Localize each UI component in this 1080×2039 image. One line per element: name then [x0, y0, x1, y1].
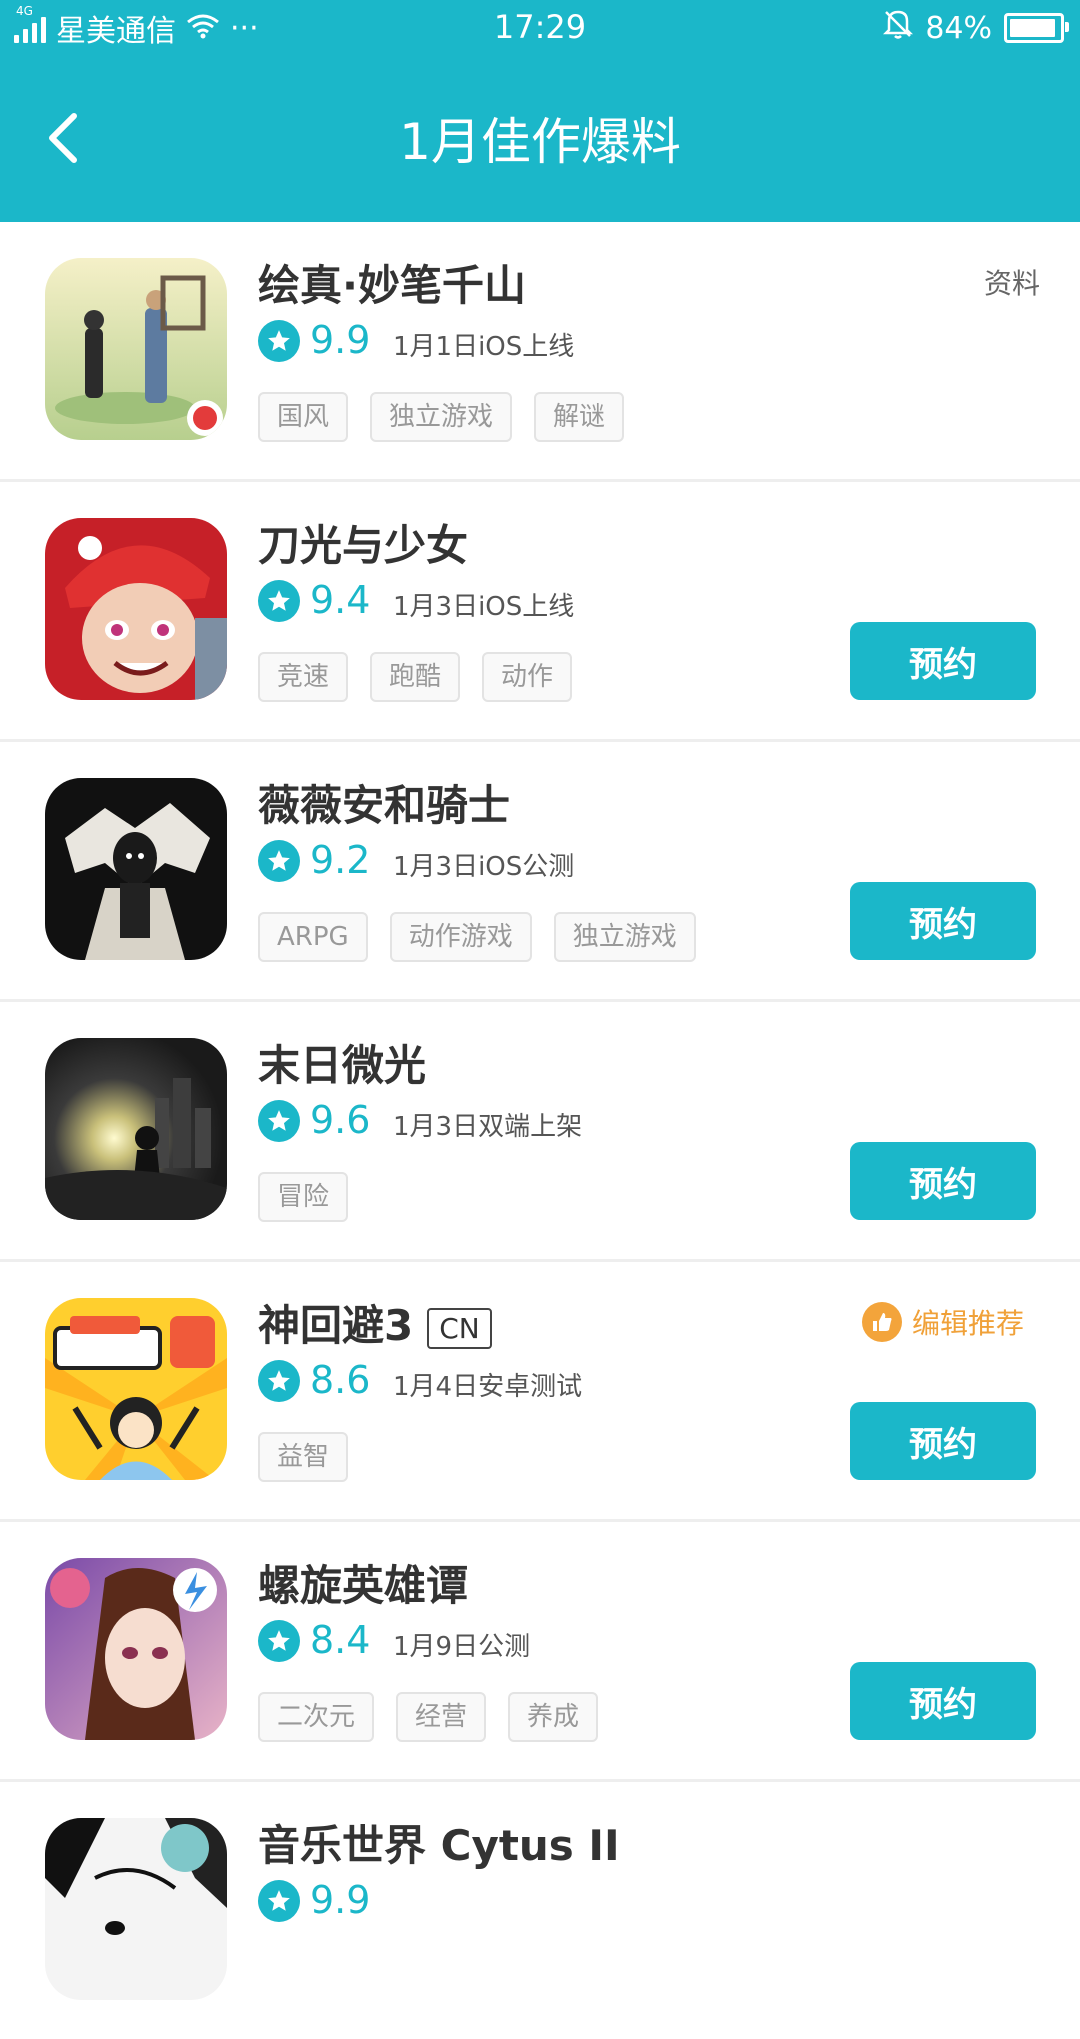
game-icon-huizhen[interactable]: [45, 258, 227, 440]
game-icon-daoguang[interactable]: [45, 518, 227, 700]
battery-icon: [1004, 13, 1069, 43]
info-link[interactable]: 资料: [984, 262, 1040, 302]
tag[interactable]: 国风: [258, 392, 349, 442]
tag[interactable]: 冒险: [258, 1172, 349, 1222]
star-icon: [258, 1620, 300, 1662]
thumbs-up-icon: [861, 1302, 902, 1342]
game-name[interactable]: 螺旋英雄谭: [258, 1552, 468, 1613]
release-date: 1月3日iOS上线: [393, 592, 575, 622]
battery-percent: 84%: [925, 10, 992, 46]
tag[interactable]: ARPG: [258, 912, 368, 962]
reserve-button[interactable]: 预约: [850, 1142, 1036, 1220]
reserve-button[interactable]: 预约: [850, 1662, 1036, 1740]
list-item[interactable]: 神回避3 CN 8.6 1月4日安卓测试 益智 编辑推荐 预约: [0, 1262, 1080, 1522]
game-name[interactable]: 薇薇安和骑士: [258, 772, 510, 833]
status-bar: 4G 星美通信 ··· 17:29 84%: [0, 0, 1080, 56]
reserve-button[interactable]: 预约: [850, 882, 1036, 960]
release-date: 1月4日安卓测试: [393, 1372, 583, 1402]
tag[interactable]: 动作游戏: [389, 912, 532, 962]
release-date: 1月3日iOS公测: [393, 852, 575, 882]
game-score: 9.9: [310, 1878, 371, 1922]
game-name-text: 神回避3: [258, 1301, 414, 1350]
tag[interactable]: 动作: [482, 652, 573, 702]
star-icon: [258, 320, 300, 362]
list-item[interactable]: 薇薇安和骑士 9.2 1月3日iOS公测 ARPG 动作游戏 独立游戏 预约: [0, 742, 1080, 1002]
tag[interactable]: 益智: [258, 1432, 349, 1482]
release-date: 1月1日iOS上线: [393, 332, 575, 362]
game-score: 9.4: [310, 578, 371, 622]
tag[interactable]: 竞速: [258, 652, 349, 702]
game-score: 9.2: [310, 838, 371, 882]
region-badge: CN: [427, 1308, 492, 1349]
list-item[interactable]: 绘真·妙笔千山 9.9 1月1日iOS上线 国风 独立游戏 解谜 资料: [0, 222, 1080, 482]
game-name[interactable]: 音乐世界 Cytus II: [258, 1812, 620, 1873]
page-title: 1月佳作爆料: [399, 113, 681, 171]
reserve-button[interactable]: 预约: [850, 622, 1036, 700]
game-name[interactable]: 神回避3 CN: [258, 1292, 492, 1353]
star-icon: [258, 1360, 300, 1402]
game-score: 8.6: [310, 1358, 371, 1402]
game-icon-vivian[interactable]: [45, 778, 227, 960]
tag[interactable]: 独立游戏: [553, 912, 696, 962]
star-icon: [258, 1880, 300, 1922]
game-score: 9.6: [310, 1098, 371, 1142]
tag[interactable]: 养成: [508, 1692, 599, 1742]
tag[interactable]: 解谜: [534, 392, 625, 442]
list-item[interactable]: 螺旋英雄谭 8.4 1月9日公测 二次元 经营 养成 预约: [0, 1522, 1080, 1782]
bell-muted-icon: [883, 8, 914, 48]
release-date: 1月9日公测: [393, 1632, 531, 1662]
tag[interactable]: 独立游戏: [370, 392, 513, 442]
game-list: 绘真·妙笔千山 9.9 1月1日iOS上线 国风 独立游戏 解谜 资料 刀光与少…: [0, 222, 1080, 2039]
game-icon-cytus[interactable]: [45, 1818, 227, 2000]
game-name[interactable]: 绘真·妙笔千山: [258, 252, 526, 313]
tag[interactable]: 跑酷: [370, 652, 461, 702]
game-score: 9.9: [310, 318, 371, 362]
recommend-label: 编辑推荐: [911, 1307, 1024, 1340]
app-header: 4G 星美通信 ··· 17:29 84% 1月佳作爆料: [0, 0, 1080, 222]
game-name[interactable]: 末日微光: [258, 1032, 426, 1093]
game-name[interactable]: 刀光与少女: [258, 512, 468, 573]
star-icon: [258, 580, 300, 622]
tag[interactable]: 经营: [396, 1692, 487, 1742]
star-icon: [258, 1100, 300, 1142]
star-icon: [258, 840, 300, 882]
list-item[interactable]: 末日微光 9.6 1月3日双端上架 冒险 预约: [0, 1002, 1080, 1262]
game-score: 8.4: [310, 1618, 371, 1662]
editor-recommend: 编辑推荐: [861, 1302, 1024, 1342]
game-icon-shenhuibi[interactable]: [45, 1298, 227, 1480]
tag[interactable]: 二次元: [258, 1692, 375, 1742]
list-item[interactable]: 刀光与少女 9.4 1月3日iOS上线 竞速 跑酷 动作 预约: [0, 482, 1080, 742]
release-date: 1月3日双端上架: [393, 1112, 583, 1142]
reserve-button[interactable]: 预约: [850, 1402, 1036, 1480]
game-icon-luoxuan[interactable]: [45, 1558, 227, 1740]
game-icon-morigiguang[interactable]: [45, 1038, 227, 1220]
list-item[interactable]: 音乐世界 Cytus II 9.9: [0, 1782, 1080, 2039]
